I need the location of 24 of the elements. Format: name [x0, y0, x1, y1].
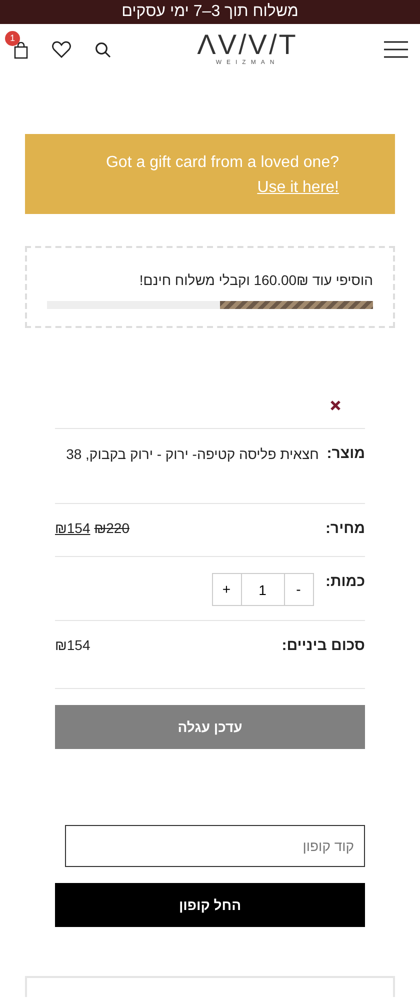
row-label: מחיר: — [325, 519, 365, 539]
row-label: מוצר: — [326, 444, 365, 464]
cart-count-badge: 1 — [5, 31, 20, 46]
heart-icon[interactable] — [52, 41, 71, 58]
increase-button[interactable]: + — [212, 573, 242, 606]
gift-card-text: Got a gift card from a loved one? — [106, 154, 339, 171]
search-icon[interactable] — [95, 42, 111, 58]
decrease-button[interactable]: - — [284, 573, 314, 606]
sale-price: ₪154 — [55, 519, 90, 538]
brand-logo[interactable]: ΛV/V/T — [197, 31, 298, 59]
row-label: כמות: — [326, 572, 365, 592]
row-label: סכום ביניים: — [282, 636, 365, 656]
remove-icon[interactable] — [330, 400, 341, 411]
free-shipping-text: הוסיפי עוד 160.00₪ וקבלי משלוח חינם! — [138, 271, 373, 290]
shopping-bag-icon[interactable] — [14, 42, 28, 59]
old-price: ₪220 — [94, 519, 130, 538]
shipping-announcement: משלוח תוך 3–7 ימי עסקים — [0, 0, 420, 24]
product-name: חצאית פליסה קטיפה- ירוק - ירוק בקבוק, 38 — [65, 445, 319, 464]
subtotal-value: ₪154 — [55, 636, 90, 655]
menu-icon[interactable] — [384, 41, 408, 58]
coupon-field[interactable]: קוד קופון — [65, 825, 365, 867]
quantity-field[interactable]: 1 — [242, 573, 284, 606]
update-cart-button[interactable]: עדכן עגלה — [55, 705, 365, 749]
apply-coupon-button[interactable]: החל קופון — [55, 883, 365, 927]
